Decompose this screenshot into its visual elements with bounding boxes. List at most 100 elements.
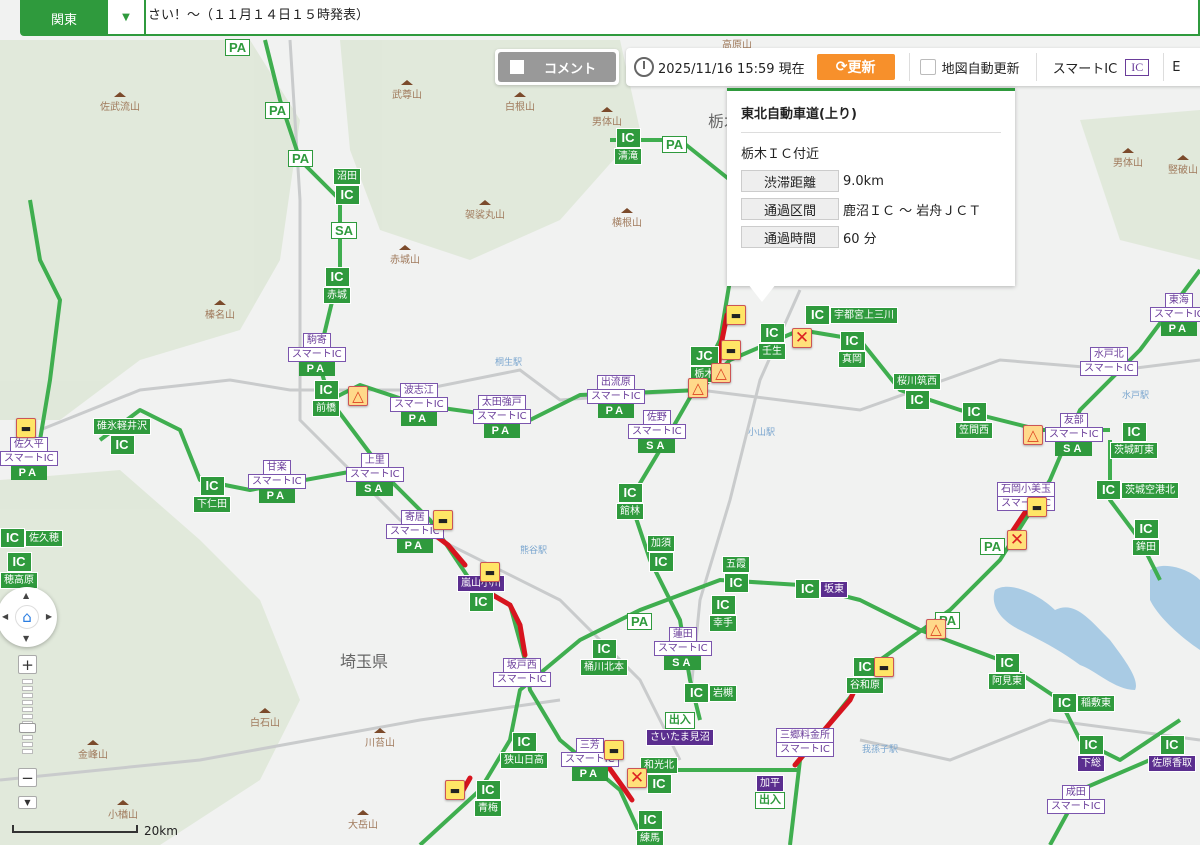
ic-name: 宇都宮上三川 xyxy=(830,306,898,324)
interchange-marker[interactable]: IC 青梅 xyxy=(474,780,502,817)
interchange-marker[interactable]: IC 佐久穂 xyxy=(0,528,63,548)
zoom-slider[interactable] xyxy=(22,679,33,761)
parking-area-marker[interactable]: PA xyxy=(980,538,1006,555)
interchange-marker[interactable]: 桜川筑西 IC xyxy=(893,373,941,410)
interchange-marker[interactable]: IC 練馬 xyxy=(636,810,664,845)
region-dropdown[interactable]: ▼ xyxy=(108,0,144,36)
smart-ic-marker[interactable]: 上里 スマートIC SA xyxy=(346,453,404,496)
smart-ic-marker[interactable]: 成田 スマートIC xyxy=(1047,785,1105,814)
smart-ic-marker[interactable]: 三郷料金所 スマートIC xyxy=(776,728,834,757)
jam-icon[interactable]: ▬ xyxy=(445,780,465,800)
pan-up-icon[interactable]: ▲ xyxy=(23,591,29,600)
interchange-marker[interactable]: IC 下総 xyxy=(1077,735,1105,772)
interchange-marker[interactable]: IC 坂東 xyxy=(795,579,848,599)
interchange-marker[interactable]: IC 前橋 xyxy=(312,380,340,417)
interchange-marker[interactable]: IC 鉾田 xyxy=(1132,519,1160,556)
home-icon[interactable]: ⌂ xyxy=(15,605,39,629)
caution-icon[interactable]: △ xyxy=(688,378,708,398)
jam-icon[interactable]: ▬ xyxy=(433,510,453,530)
closure-icon[interactable]: ✕ xyxy=(1007,530,1027,550)
jam-icon[interactable]: ▬ xyxy=(16,418,36,438)
ic-badge: IC xyxy=(109,435,135,455)
interchange-marker[interactable]: 加須 IC xyxy=(647,535,675,572)
zoom-slider-handle[interactable] xyxy=(19,723,36,733)
closure-icon[interactable]: ✕ xyxy=(627,768,647,788)
caution-icon[interactable]: △ xyxy=(926,619,946,639)
closure-icon[interactable]: ✕ xyxy=(792,328,812,348)
smart-ic-marker[interactable]: 水戸北 スマートIC xyxy=(1080,347,1138,376)
interchange-marker[interactable]: IC 真岡 xyxy=(838,331,866,368)
interchange-marker[interactable]: 碓氷軽井沢 IC xyxy=(93,418,151,455)
interchange-marker[interactable]: 沼田 IC xyxy=(333,168,361,205)
smart-ic-marker[interactable]: 蓮田 スマートIC SA xyxy=(654,627,712,670)
interchange-marker[interactable]: IC 茨城町東 xyxy=(1110,422,1158,459)
ic-badge: IC xyxy=(591,639,617,659)
interchange-marker[interactable]: IC 下仁田 xyxy=(193,476,231,513)
interchange-marker[interactable]: IC 清滝 xyxy=(614,128,642,165)
jam-icon[interactable]: ▬ xyxy=(874,657,894,677)
interchange-marker[interactable]: IC 穂高原 xyxy=(0,552,38,589)
smart-ic-marker[interactable]: 太田強戸 スマートIC PA xyxy=(473,395,531,438)
smart-ic-marker[interactable]: 佐野 スマートIC SA xyxy=(628,410,686,453)
ic-badge: IC xyxy=(334,185,360,205)
smart-ic-marker[interactable]: 波志江 スマートIC PA xyxy=(390,383,448,426)
interchange-marker[interactable]: IC 岩槻 xyxy=(684,683,737,703)
jam-icon[interactable]: ▬ xyxy=(480,562,500,582)
smart-ic-marker[interactable]: 友部 スマートIC SA xyxy=(1045,413,1103,456)
parking-area-marker[interactable]: SA xyxy=(331,222,358,239)
jam-icon[interactable]: ▬ xyxy=(604,740,624,760)
gate-marker[interactable]: 出入 さいたま見沼 xyxy=(646,712,714,746)
popup-key: 通過区間 xyxy=(741,198,839,220)
ic-badge: IC xyxy=(805,305,830,325)
zoom-out-button[interactable]: − xyxy=(18,768,37,787)
region-tab[interactable]: 関東 xyxy=(20,0,108,36)
interchange-marker[interactable]: IC 狭山日高 xyxy=(500,732,548,769)
pan-left-icon[interactable]: ◀ xyxy=(2,612,8,621)
smart-ic-marker[interactable]: 佐久平 スマートIC PA xyxy=(0,437,58,480)
interchange-marker[interactable]: IC 赤城 xyxy=(323,267,351,304)
ic-badge: IC xyxy=(795,579,820,599)
ic-badge: IC xyxy=(6,552,32,572)
popup-row: 通過区間 鹿沼ＩＣ ～ 岩舟ＪＣＴ xyxy=(741,198,1001,220)
interchange-marker[interactable]: IC 館林 xyxy=(616,483,644,520)
smart-ic-marker[interactable]: 東海 スマートIC PA xyxy=(1150,293,1200,336)
interchange-marker[interactable]: IC 笠間西 xyxy=(955,402,993,439)
traffic-map[interactable]: 沼田 IC IC 赤城 IC 前橋碓氷軽井沢 IC IC 下仁田 IC 佐久穂 IC 穂高原 IC 清滝 IC… xyxy=(0,0,1200,845)
auto-update-label[interactable]: 地図自動更新 xyxy=(942,58,1020,77)
interchange-marker[interactable]: 五霞 IC xyxy=(722,556,750,593)
jam-icon[interactable]: ▬ xyxy=(1027,497,1047,517)
interchange-marker[interactable]: IC 阿見東 xyxy=(988,653,1026,690)
parking-area-marker[interactable]: PA xyxy=(225,39,251,56)
zoom-in-button[interactable]: + xyxy=(18,655,37,674)
update-button[interactable]: ⟳ 更新 xyxy=(816,54,895,80)
smart-ic-marker[interactable]: 駒寄 スマートIC PA xyxy=(288,333,346,376)
caution-icon[interactable]: △ xyxy=(1023,425,1043,445)
smart-ic-label: スマートIC xyxy=(1080,361,1138,376)
caution-icon[interactable]: △ xyxy=(711,363,731,383)
popup-title: 東北自動車道(上り) xyxy=(741,103,1001,133)
jam-icon[interactable]: ▬ xyxy=(726,305,746,325)
mountain-label: 大岳山 xyxy=(348,810,378,831)
jam-icon[interactable]: ▬ xyxy=(721,340,741,360)
pan-right-icon[interactable]: ▶ xyxy=(46,612,52,621)
parking-area-marker[interactable]: PA xyxy=(662,136,688,153)
parking-area-marker[interactable]: PA xyxy=(627,613,653,630)
interchange-marker[interactable]: IC 幸手 xyxy=(709,595,737,632)
smart-ic-marker[interactable]: 甘楽 スマートIC PA xyxy=(248,460,306,503)
caution-icon[interactable]: △ xyxy=(348,386,368,406)
interchange-marker[interactable]: IC 桶川北本 xyxy=(580,639,628,676)
comment-toggle[interactable]: コメント xyxy=(495,49,619,85)
news-ticker[interactable]: さい！～（１１月１４日１５時発表） xyxy=(144,0,1200,36)
interchange-marker[interactable]: IC 茨城空港北 xyxy=(1096,480,1179,500)
interchange-marker[interactable]: IC 壬生 xyxy=(758,323,786,360)
parking-area-marker[interactable]: PA xyxy=(265,102,291,119)
smart-ic-marker[interactable]: 坂戸西 スマートIC xyxy=(493,658,551,687)
auto-update-checkbox[interactable] xyxy=(919,59,936,75)
collapse-icon[interactable]: ▼ xyxy=(18,796,37,809)
gate-marker[interactable]: 加平 出入 xyxy=(755,775,785,809)
parking-area-marker[interactable]: PA xyxy=(288,150,314,167)
interchange-marker[interactable]: IC 稲敷東 xyxy=(1052,693,1115,713)
interchange-marker[interactable]: IC 佐原香取 xyxy=(1148,735,1196,772)
pan-down-icon[interactable]: ▼ xyxy=(23,634,29,643)
interchange-marker[interactable]: IC 宇都宮上三川 xyxy=(805,305,898,325)
